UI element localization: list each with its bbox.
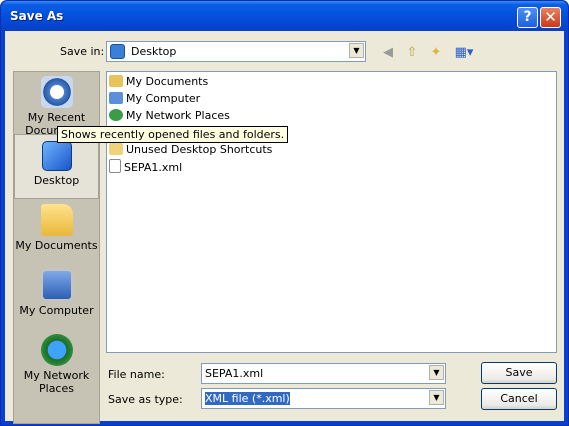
tooltip: Shows recently opened files and folders. [57, 126, 289, 143]
place-label: Desktop [33, 174, 80, 187]
computer-icon [109, 92, 123, 104]
place-label: My Documents [15, 239, 98, 252]
up-folder-icon[interactable]: ⇧ [403, 44, 421, 62]
folder-icon [109, 75, 123, 87]
new-folder-icon[interactable]: ✦ [427, 44, 445, 62]
place-label: My Network Places [23, 369, 90, 395]
save-in-label: Save in: [60, 45, 105, 58]
my-computer-icon [40, 269, 73, 301]
file-name-value: SEPA1.xml [205, 367, 264, 380]
chevron-down-icon[interactable]: ▼ [429, 365, 444, 380]
network-places-icon [40, 334, 73, 366]
list-item[interactable]: My Network Places [109, 108, 230, 124]
list-item[interactable]: My Documents [109, 74, 208, 90]
item-label: Unused Desktop Shortcuts [126, 143, 273, 156]
places-bar: My Recent Documents Desktop My Documents… [13, 71, 100, 424]
save-in-combo[interactable]: Desktop ▼ [106, 41, 366, 62]
item-label: My Network Places [126, 109, 230, 122]
network-icon [109, 109, 123, 121]
item-label: SEPA1.xml [124, 161, 183, 174]
desktop-icon [41, 141, 72, 171]
place-label: My Computer [19, 304, 94, 317]
back-icon[interactable]: ◀ [379, 44, 397, 62]
list-item[interactable]: Unused Desktop Shortcuts [109, 142, 272, 158]
list-item[interactable]: SEPA1.xml [109, 159, 182, 175]
save-as-dialog: Save As ? ✕ Save in: Desktop ▼ ◀ ⇧ ✦ ▦▾ … [0, 0, 569, 426]
place-desktop[interactable]: Desktop [14, 134, 99, 199]
item-label: My Computer [126, 92, 201, 105]
list-item[interactable]: My Computer [109, 91, 200, 107]
my-documents-icon [40, 204, 73, 236]
place-my-network-places[interactable]: My Network Places [14, 334, 99, 395]
chevron-down-icon[interactable]: ▼ [349, 43, 364, 58]
save-as-type-label: Save as type: [108, 393, 183, 406]
file-name-label: File name: [108, 368, 165, 381]
dialog-body: Save in: Desktop ▼ ◀ ⇧ ✦ ▦▾ My Recent Do… [5, 31, 564, 424]
save-as-type-select[interactable]: XML file (*.xml) ▼ [201, 388, 446, 409]
file-name-input[interactable]: SEPA1.xml ▼ [201, 363, 446, 384]
close-button[interactable]: ✕ [540, 7, 561, 28]
desktop-icon [110, 44, 125, 59]
save-as-type-value: XML file (*.xml) [205, 392, 290, 405]
view-menu-icon[interactable]: ▦▾ [451, 44, 477, 62]
chevron-down-icon[interactable]: ▼ [429, 390, 444, 405]
recent-documents-icon [40, 76, 73, 108]
cancel-button[interactable]: Cancel [481, 388, 557, 410]
save-in-value: Desktop [131, 45, 177, 58]
dialog-title: Save As [10, 9, 64, 23]
title-bar[interactable]: Save As ? ✕ [1, 1, 568, 31]
place-my-documents[interactable]: My Documents [14, 204, 99, 252]
xml-file-icon [109, 159, 121, 173]
folder-icon [109, 143, 123, 155]
save-button[interactable]: Save [481, 362, 557, 384]
item-label: My Documents [126, 75, 209, 88]
help-button[interactable]: ? [517, 7, 538, 28]
file-list[interactable]: My Documents My Computer My Network Plac… [106, 71, 557, 353]
place-my-computer[interactable]: My Computer [14, 269, 99, 317]
